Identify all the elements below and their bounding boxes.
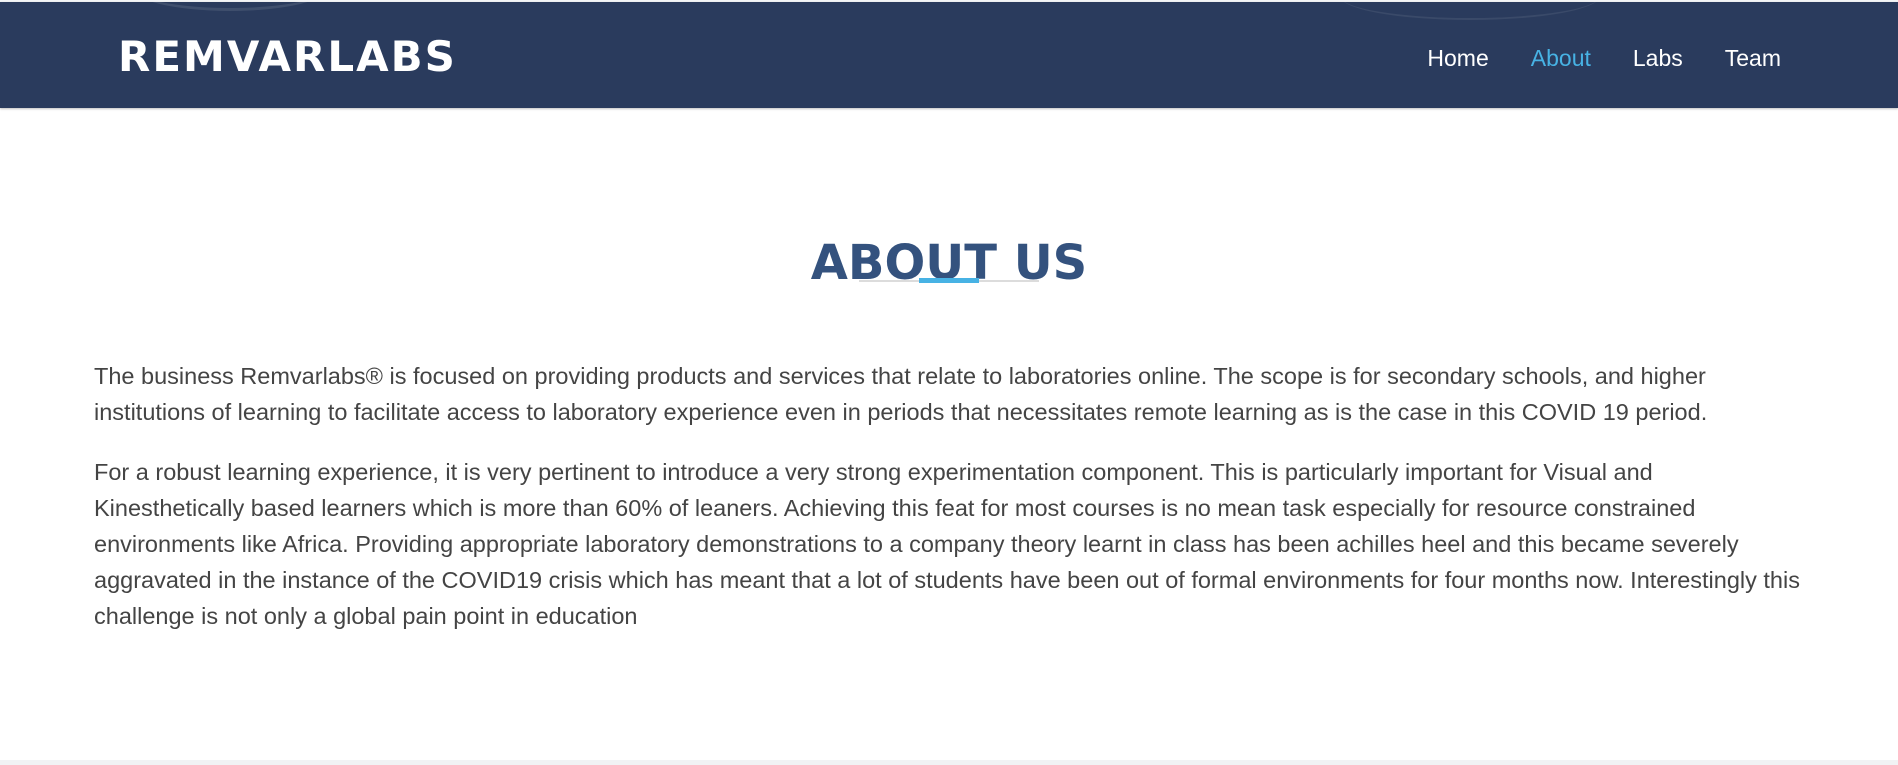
site-header: REMVARLABS Home About Labs Team [0,2,1898,108]
section-bottom-border [0,760,1898,765]
header-decoration-arc [1340,2,1600,20]
about-paragraph: The business Remvarlabs® is focused on p… [94,363,1708,425]
main-nav: Home About Labs Team [1427,43,1781,73]
title-divider-accent [919,278,979,283]
about-content: The business Remvarlabs® is focused on p… [94,358,1804,658]
nav-item-about[interactable]: About [1531,43,1591,73]
site-logo[interactable]: REMVARLABS [118,29,457,85]
nav-item-team[interactable]: Team [1725,43,1781,73]
header-decoration-arc [130,2,330,11]
about-paragraph: For a robust learning experience, it is … [94,459,1800,629]
nav-item-labs[interactable]: Labs [1633,43,1683,73]
section-title: ABOUT US [810,234,1088,291]
title-divider [859,278,1039,283]
nav-item-home[interactable]: Home [1427,43,1488,73]
